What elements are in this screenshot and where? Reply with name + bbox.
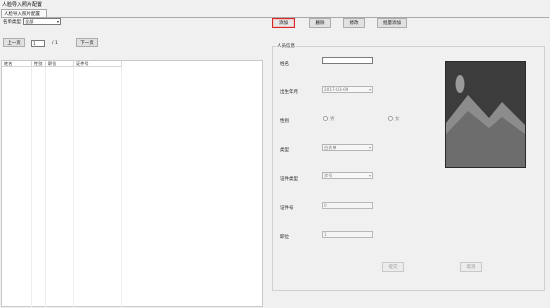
list-type-value: 全部: [25, 19, 34, 24]
column-divider: [31, 67, 32, 307]
type-value: 白名单: [324, 145, 337, 150]
position-label: 职位: [280, 235, 289, 240]
list-type-select[interactable]: 全部: [23, 18, 61, 25]
birth-date-picker[interactable]: 2017-03-09: [322, 86, 373, 93]
birth-date-label: 出生年月: [280, 90, 298, 95]
add-button[interactable]: 添加: [272, 18, 295, 28]
prev-page-button[interactable]: 上一页: [3, 38, 25, 47]
id-number-label: 证件号: [280, 206, 294, 211]
column-header-id-number[interactable]: 证件号: [74, 61, 122, 67]
next-page-button[interactable]: 下一页: [76, 38, 98, 47]
birth-date-value: 2017-03-09: [324, 87, 349, 92]
chevron-down-icon: [57, 21, 59, 23]
submit-button[interactable]: 提交: [382, 262, 404, 272]
delete-button[interactable]: 删除: [309, 18, 331, 28]
column-divider: [121, 67, 122, 307]
column-header-name[interactable]: 姓名: [2, 61, 32, 67]
gender-label: 性别: [280, 119, 289, 124]
image-placeholder-icon: [446, 75, 525, 167]
batch-add-button[interactable]: 批量添加: [377, 18, 407, 28]
gender-male-radio[interactable]: [323, 116, 328, 121]
name-input[interactable]: [322, 57, 373, 64]
name-label: 姓名: [280, 62, 289, 67]
chevron-down-icon: [369, 89, 371, 91]
type-label: 类型: [280, 148, 289, 153]
type-select[interactable]: 白名单: [322, 144, 373, 151]
position-input[interactable]: 1: [322, 231, 373, 238]
column-divider: [73, 67, 74, 307]
id-type-value: 学号: [324, 173, 333, 178]
person-table[interactable]: 姓名 性别 职位 证件号: [1, 60, 263, 307]
photo-preview[interactable]: [445, 61, 526, 168]
group-title: 人员信息: [276, 43, 296, 49]
column-header-gender[interactable]: 性别: [32, 61, 46, 67]
gender-female-radio[interactable]: [388, 116, 393, 121]
list-type-label: 名单类型: [3, 20, 21, 25]
cancel-button[interactable]: 取消: [460, 262, 482, 272]
id-type-select[interactable]: 学号: [322, 172, 373, 179]
gender-female-label: 女: [395, 117, 400, 122]
window-title: 人脸导入照片配置: [2, 2, 43, 8]
id-number-input[interactable]: 0: [322, 202, 373, 209]
gender-male-label: 男: [330, 117, 335, 122]
id-type-label: 证件类型: [280, 177, 298, 182]
page-number-input[interactable]: 1: [31, 40, 45, 47]
modify-button[interactable]: 修改: [343, 18, 365, 28]
column-divider: [45, 67, 46, 307]
table-header: 姓名 性别 职位 证件号: [2, 61, 122, 67]
column-header-position[interactable]: 职位: [46, 61, 74, 67]
page-total: / 1: [52, 41, 58, 46]
chevron-down-icon: [369, 147, 371, 149]
chevron-down-icon: [369, 175, 371, 177]
